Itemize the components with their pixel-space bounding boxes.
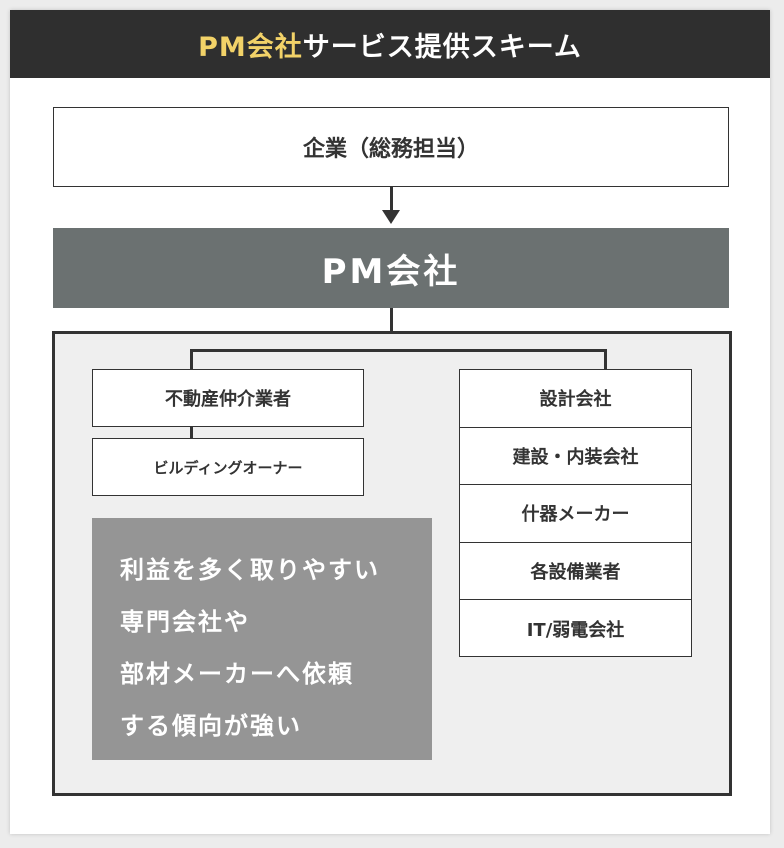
list-item: IT/弱電会社 [526,619,625,641]
connector-vertical [390,308,393,332]
list-item: 設計会社 [460,370,691,428]
branch-left-drop [190,349,193,369]
branch-horizontal [190,349,607,352]
note-line: 利益を多く取りやすい [120,556,380,584]
list-item: 什器メーカー [460,485,691,543]
note-line: 部材メーカーへ依頼 [120,660,354,688]
building-owner-node: ビルディングオーナー [92,438,364,496]
real-estate-broker-node: 不動産仲介業者 [92,369,364,427]
title-rest: サービス提供スキーム [302,31,582,63]
note-line: する傾向が強い [120,712,302,740]
left-stack-connector [190,427,193,438]
list-item: 建設・内装会社 [460,428,691,485]
arrow-down-icon [382,210,400,224]
scheme-card: PM会社 サービス提供スキーム 企業（総務担当） PM会社 不動産仲介業者 ビルデ… [10,10,770,834]
contractor-list: 設計会社 建設・内装会社 什器メーカー 各設備業者 IT/弱電会社 [459,369,692,657]
branch-right-drop [604,349,607,369]
list-item: 各設備業者 [460,543,691,600]
diagram-title: PM会社 サービス提供スキーム [10,10,770,78]
arrow-shaft [390,187,393,211]
client-company-box: 企業（総務担当） [53,107,729,187]
tendency-note: 利益を多く取りやすい 専門会社や 部材メーカーへ依頼 する傾向が強い [92,518,432,760]
pm-company-band: PM会社 [53,228,729,308]
note-line: 専門会社や [120,608,250,636]
title-accent: PM会社 [198,31,303,63]
